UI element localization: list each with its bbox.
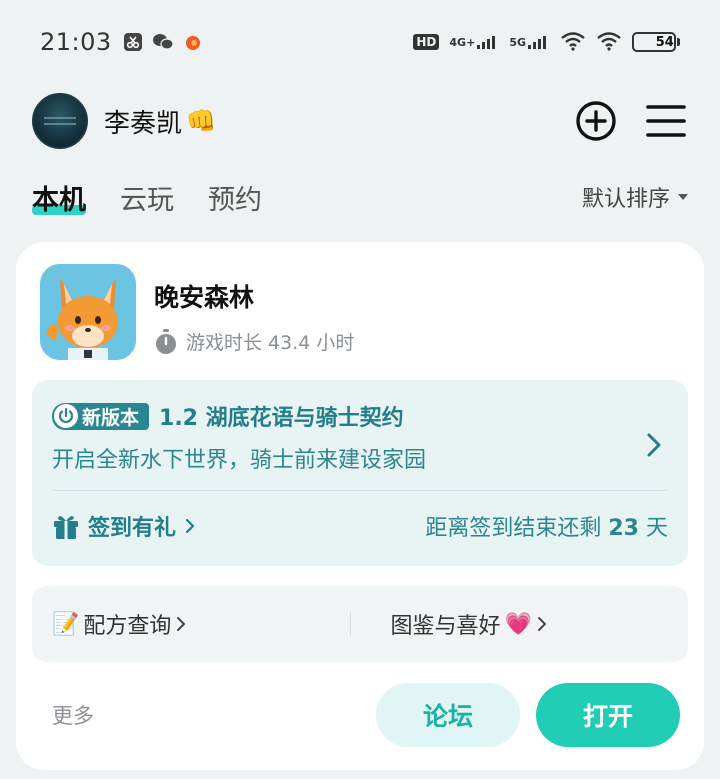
- checkin-remaining: 距离签到结束还剩 23 天: [425, 516, 668, 541]
- wifi-icon: [560, 31, 586, 54]
- more-link[interactable]: 更多: [32, 700, 94, 730]
- caret-down-icon: [678, 194, 688, 200]
- scissors-app-icon: [122, 31, 144, 53]
- forum-button[interactable]: 论坛: [376, 683, 520, 747]
- update-banner[interactable]: 新版本 1.2 湖底花语与骑士契约 开启全新水下世界，骑士前来建设家园: [52, 400, 668, 486]
- stopwatch-icon: [156, 328, 176, 354]
- gift-icon: [54, 516, 78, 539]
- tab-cloud[interactable]: 云玩: [120, 178, 174, 217]
- username[interactable]: 李奏凯 👊: [104, 103, 216, 140]
- action-row: 更多 论坛 打开: [32, 682, 680, 748]
- quick-links: 📝 配方查询 图鉴与喜好 💗: [32, 586, 688, 662]
- menu-button[interactable]: [644, 99, 688, 143]
- update-title: 1.2 湖底花语与骑士契约: [159, 406, 404, 431]
- chevron-right-icon: [177, 617, 186, 631]
- update-panel: 新版本 1.2 湖底花语与骑士契约 开启全新水下世界，骑士前来建设家园 签到有礼…: [32, 380, 688, 566]
- tab-reserve[interactable]: 预约: [208, 178, 262, 217]
- playtime-text: 游戏时长 43.4 小时: [186, 332, 355, 354]
- profile-header: 李奏凯 👊: [32, 92, 688, 150]
- new-version-label: 新版本: [82, 406, 140, 429]
- recipe-link[interactable]: 📝 配方查询: [32, 608, 350, 640]
- remaining-days: 23: [608, 516, 639, 541]
- open-button[interactable]: 打开: [536, 683, 680, 747]
- update-subtitle: 开启全新水下世界，骑士前来建设家园: [52, 448, 427, 473]
- memo-icon: 📝: [52, 611, 80, 637]
- add-button[interactable]: [574, 99, 618, 143]
- game-header[interactable]: 晚安森林 游戏时长 43.4 小时: [40, 264, 680, 362]
- signal-4g-icon: 4G+: [449, 35, 499, 49]
- game-icon[interactable]: [40, 264, 136, 360]
- tab-bar: 本机 云玩 预约 默认排序: [32, 172, 688, 222]
- plus-circle-icon: [576, 101, 616, 141]
- checkin-link[interactable]: 签到有礼: [52, 510, 196, 542]
- collection-link[interactable]: 图鉴与喜好 💗: [351, 608, 689, 640]
- heart-icon: 💗: [504, 611, 532, 637]
- game-title: 晚安森林: [154, 283, 255, 312]
- tab-local[interactable]: 本机: [32, 178, 86, 217]
- hamburger-icon: [646, 105, 686, 137]
- wifi-icon: [596, 31, 622, 54]
- chevron-right-icon: [185, 518, 195, 534]
- game-card: 晚安森林 游戏时长 43.4 小时 新版本 1.2 湖底花语与骑士契约 开启全新…: [16, 242, 704, 770]
- weibo-icon: [182, 31, 204, 53]
- battery-indicator: 54: [632, 32, 680, 52]
- wechat-icon: [152, 31, 174, 53]
- collection-label: 图鉴与喜好: [390, 614, 501, 639]
- username-text: 李奏凯: [104, 108, 183, 139]
- signal-5g-icon: 5G: [509, 35, 550, 49]
- power-icon: [54, 404, 78, 428]
- new-version-badge: 新版本: [52, 402, 150, 430]
- hd-indicator: HD: [413, 34, 440, 50]
- chevron-right-icon: [646, 432, 662, 462]
- fist-emoji: 👊: [186, 107, 216, 135]
- avatar[interactable]: [32, 93, 88, 149]
- status-time: 21:03: [40, 28, 112, 56]
- recipe-label: 配方查询: [83, 614, 172, 639]
- checkin-row: 签到有礼 距离签到结束还剩 23 天: [52, 510, 668, 542]
- status-bar: 21:03 HD 4G+ 5G 54: [0, 0, 720, 84]
- chevron-right-icon: [537, 617, 546, 631]
- playtime: 游戏时长 43.4 小时: [154, 328, 354, 355]
- sort-label: 默认排序: [581, 187, 670, 212]
- divider: [52, 490, 668, 491]
- sort-dropdown[interactable]: 默认排序: [582, 181, 688, 213]
- checkin-label: 签到有礼: [88, 516, 177, 541]
